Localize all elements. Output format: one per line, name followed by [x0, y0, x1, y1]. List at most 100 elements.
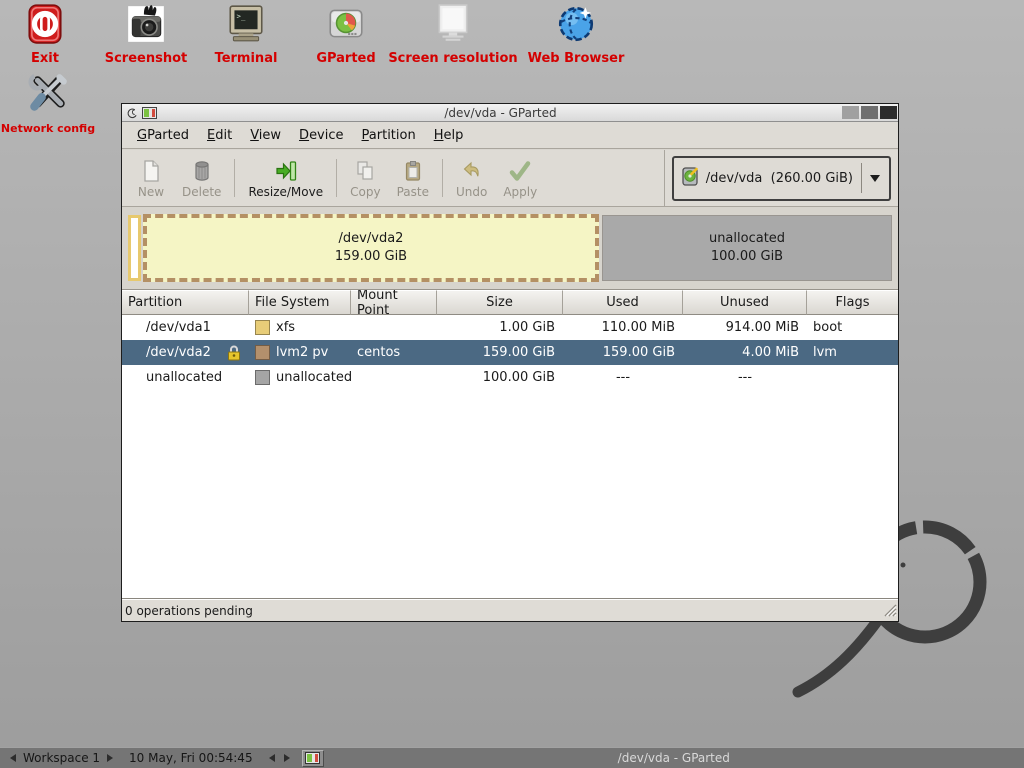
menu-view[interactable]: View	[241, 124, 290, 147]
desktop-icon-label: Web Browser	[528, 51, 625, 66]
table-row-unallocated[interactable]: unallocated unallocated 100.00 GiB --- -…	[122, 365, 898, 390]
desktop-icon-gparted[interactable]: GParted	[306, 3, 386, 66]
column-header-size[interactable]: Size	[437, 290, 563, 315]
debian-swirl-icon	[125, 106, 138, 120]
new-partition-icon	[139, 159, 163, 183]
cell-unused: ---	[683, 365, 807, 390]
partition-table: Partition File System Mount Point Size U…	[122, 290, 898, 599]
column-header-unused[interactable]: Unused	[683, 290, 807, 315]
cell-mountpoint	[351, 315, 437, 340]
delete-partition-button[interactable]: Delete	[174, 156, 229, 201]
taskbar-task-gparted[interactable]: /dev/vda - GParted	[324, 748, 1024, 768]
menu-help[interactable]: Help	[425, 124, 473, 147]
menu-partition[interactable]: Partition	[353, 124, 425, 147]
table-header: Partition File System Mount Point Size U…	[122, 290, 898, 315]
gparted-task-icon-button[interactable]	[302, 750, 324, 767]
toolbar-separator	[234, 159, 235, 197]
window-close-button[interactable]	[880, 106, 897, 119]
cell-filesystem: lvm2 pv	[249, 340, 351, 365]
cell-used: 159.00 GiB	[563, 340, 683, 365]
cell-unused: 914.00 MiB	[683, 315, 807, 340]
apply-icon	[508, 159, 532, 183]
gparted-app-icon	[142, 107, 157, 119]
desktop-icon-web-browser[interactable]: Web Browser	[516, 3, 636, 66]
cell-partition: /dev/vda1	[122, 315, 249, 340]
partition-block-name: /dev/vda2	[339, 230, 404, 248]
column-header-partition[interactable]: Partition	[122, 290, 249, 315]
cell-filesystem: xfs	[249, 315, 351, 340]
desktop-icon-label: Screenshot	[105, 51, 188, 66]
partition-block-unallocated[interactable]: unallocated 100.00 GiB	[602, 215, 892, 281]
table-row-vda2-selected[interactable]: /dev/vda2 lvm2 pv centos 159.00 GiB 159.…	[122, 340, 898, 365]
resize-move-icon	[274, 159, 298, 183]
window-maximize-button[interactable]	[861, 106, 878, 119]
desktop-icon-label: Screen resolution	[388, 51, 517, 66]
partition-graphic-panel: /dev/vda2 159.00 GiB unallocated 100.00 …	[122, 207, 898, 290]
iconbox-left-icon[interactable]	[269, 754, 275, 762]
partition-block-vda1[interactable]	[128, 215, 141, 281]
terminal-icon: >_	[225, 3, 267, 45]
partition-block-vda2-selected[interactable]: /dev/vda2 159.00 GiB	[143, 214, 599, 282]
cell-mountpoint: centos	[351, 340, 437, 365]
camera-icon	[125, 3, 167, 45]
power-icon	[24, 3, 66, 45]
toolbar: New Delete	[122, 150, 898, 207]
partition-block-name: unallocated	[709, 230, 785, 248]
new-partition-button[interactable]: New	[128, 156, 174, 201]
cell-flags	[807, 365, 898, 390]
desktop-icon-screen-resolution[interactable]: Screen resolution	[383, 3, 523, 66]
desktop-icon-terminal[interactable]: >_ Terminal	[201, 3, 291, 66]
statusbar: 0 operations pending	[122, 599, 898, 621]
hard-drive-icon	[681, 167, 700, 190]
workspace-next-icon[interactable]	[107, 754, 113, 762]
cell-flags: boot	[807, 315, 898, 340]
window-title: /dev/vda - GParted	[161, 106, 840, 120]
gparted-window: /dev/vda - GParted GParted Edit View Dev…	[121, 103, 899, 622]
desktop-icon-label: Terminal	[215, 51, 278, 66]
cell-size: 100.00 GiB	[437, 365, 563, 390]
workspace-switcher[interactable]: Workspace 1	[0, 751, 121, 765]
desktop-icon-screenshot[interactable]: Screenshot	[96, 3, 196, 66]
desktop-icon-label: Network config	[1, 122, 95, 135]
column-header-filesystem[interactable]: File System	[249, 290, 351, 315]
tools-icon	[25, 70, 71, 116]
cell-unused: 4.00 MiB	[683, 340, 807, 365]
combo-separator	[861, 163, 862, 193]
toolbar-separator	[442, 159, 443, 197]
device-combo-label: /dev/vda (260.00 GiB)	[706, 171, 853, 186]
apply-button[interactable]: Apply	[495, 156, 545, 201]
filesystem-color-swatch	[255, 320, 270, 335]
column-header-used[interactable]: Used	[563, 290, 683, 315]
device-combo[interactable]: /dev/vda (260.00 GiB)	[672, 156, 891, 201]
paste-button[interactable]: Paste	[389, 156, 437, 201]
copy-button[interactable]: Copy	[342, 156, 388, 201]
window-titlebar[interactable]: /dev/vda - GParted	[122, 104, 898, 122]
chevron-down-icon	[870, 175, 880, 182]
window-minimize-button[interactable]	[842, 106, 859, 119]
desktop-icon-network-config[interactable]: Network config	[2, 70, 94, 135]
partition-block-size: 159.00 GiB	[335, 248, 407, 266]
undo-button[interactable]: Undo	[448, 156, 495, 201]
workspace-prev-icon[interactable]	[10, 754, 16, 762]
iconbox-right-icon[interactable]	[284, 754, 290, 762]
cell-partition: unallocated	[122, 365, 249, 390]
copy-icon	[353, 159, 377, 183]
undo-icon	[460, 159, 484, 183]
workspace-label: Workspace 1	[23, 751, 100, 765]
toolbar-separator	[336, 159, 337, 197]
table-row-vda1[interactable]: /dev/vda1 xfs 1.00 GiB 110.00 MiB 914.00…	[122, 315, 898, 340]
cell-used: 110.00 MiB	[563, 315, 683, 340]
column-header-mountpoint[interactable]: Mount Point	[351, 290, 437, 315]
resize-grip[interactable]	[882, 602, 897, 620]
desktop-icon-exit[interactable]: Exit	[15, 3, 75, 66]
cell-flags: lvm	[807, 340, 898, 365]
svg-text:>_: >_	[237, 12, 246, 21]
column-header-flags[interactable]: Flags	[807, 290, 898, 315]
menu-edit[interactable]: Edit	[198, 124, 241, 147]
menu-device[interactable]: Device	[290, 124, 352, 147]
resize-move-button[interactable]: Resize/Move	[240, 156, 331, 201]
clock: 10 May, Fri 00:54:45	[121, 751, 261, 765]
gparted-drive-icon	[325, 3, 367, 45]
menu-gparted[interactable]: GParted	[128, 124, 198, 147]
cell-size: 159.00 GiB	[437, 340, 563, 365]
